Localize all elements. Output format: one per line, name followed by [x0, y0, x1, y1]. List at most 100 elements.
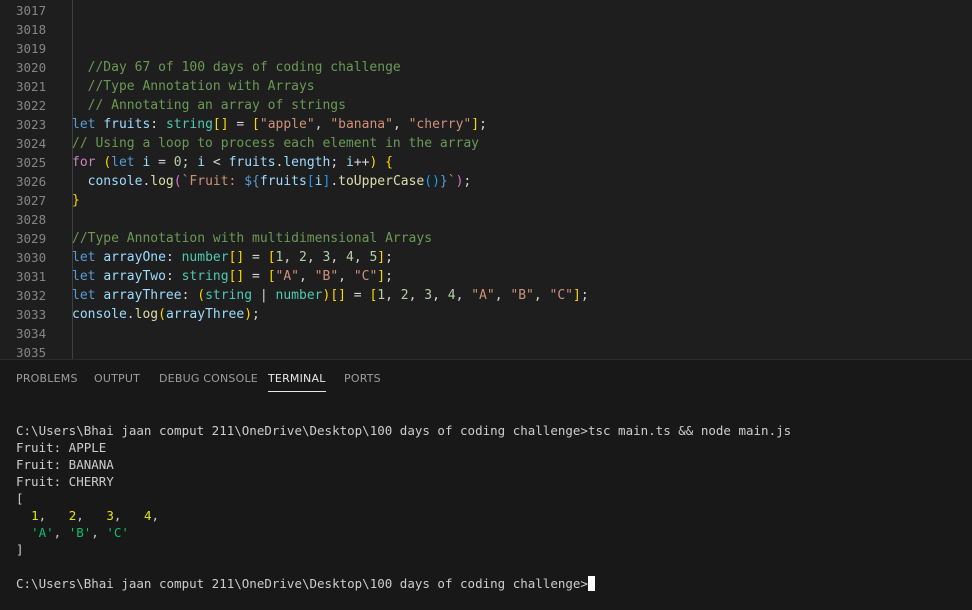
code-token: arrayTwo	[103, 269, 166, 284]
code-line[interactable]: 3026 console.log(`Fruit: ${fruits[i].toU…	[0, 172, 972, 191]
code-token: ]	[377, 269, 386, 284]
code-token: //Day 67 of 100 days of coding challenge	[72, 60, 401, 75]
code-text: let fruits: string[] = ["apple", "banana…	[72, 115, 487, 134]
code-token: <	[205, 155, 229, 170]
line-number: 3031	[16, 269, 47, 284]
code-line[interactable]: 3030 let arrayOne: number[] = [1, 2, 3, 4…	[0, 248, 972, 267]
tab-ports[interactable]: PORTS	[344, 372, 381, 391]
code-token: =	[244, 269, 268, 284]
line-number: 3021	[16, 79, 47, 94]
line-number: 3025	[16, 155, 47, 170]
code-token: ;	[181, 155, 198, 170]
tab-output[interactable]: OUTPUT	[94, 372, 140, 391]
line-number: 3035	[16, 345, 47, 359]
code-token: number	[275, 288, 323, 303]
code-token: 2	[400, 288, 409, 303]
code-token: ,	[432, 288, 448, 303]
code-token: fruits	[103, 117, 151, 132]
tab-terminal[interactable]: TERMINAL	[268, 372, 326, 392]
code-token: ,	[385, 288, 401, 303]
code-token: =	[345, 288, 370, 303]
line-number: 3018	[16, 22, 47, 37]
code-text: // Using a loop to process each element …	[72, 134, 479, 153]
code-editor[interactable]: 3017 3018 3019 3020 //Day 67 of 100 days of…	[0, 0, 972, 359]
code-line[interactable]: 3025 for (let i = 0; i < fruits.length; i…	[0, 153, 972, 172]
line-number: 3033	[16, 307, 47, 322]
terminal-output[interactable]: C:\Users\Bhai jaan comput 211\OneDrive\D…	[16, 422, 791, 592]
code-token: :	[150, 117, 166, 132]
code-token: 2	[299, 250, 307, 265]
code-token: "B"	[510, 288, 534, 303]
line-number: 3026	[16, 174, 47, 189]
code-token: //Type Annotation with Arrays	[72, 79, 315, 94]
code-token: []	[228, 269, 245, 284]
code-token: ;	[385, 269, 393, 284]
code-line[interactable]: 3031 let arrayTwo: string[] = ["A", "B", …	[0, 267, 972, 286]
code-token: ;	[580, 288, 589, 303]
code-token: :	[165, 250, 182, 265]
terminal-text: C:\Users\Bhai jaan comput 211\OneDrive\D…	[16, 576, 588, 591]
code-token: number	[181, 250, 229, 265]
code-token: [	[267, 269, 276, 284]
code-token: i	[197, 155, 206, 170]
code-line[interactable]: 3029 //Type Annotation with multidimensio…	[0, 229, 972, 248]
code-line[interactable]: 3021 //Type Annotation with Arrays	[0, 77, 972, 96]
code-line[interactable]: 3028	[0, 210, 972, 229]
code-token: ]	[377, 250, 386, 265]
code-token: // Using a loop to process each element …	[72, 136, 479, 151]
code-line[interactable]: 3018	[0, 20, 972, 39]
code-token: ]	[471, 117, 480, 132]
code-token: ;	[385, 250, 393, 265]
code-token: for	[72, 155, 104, 170]
tab-debug-console[interactable]: DEBUG CONSOLE	[159, 372, 258, 391]
code-token: ,	[533, 288, 550, 303]
tab-problems[interactable]: PROBLEMS	[16, 372, 78, 391]
code-token: ()	[424, 174, 440, 189]
code-token: let	[72, 269, 104, 284]
code-token: string	[205, 288, 253, 303]
code-token: `	[447, 174, 456, 189]
code-token: ;	[252, 307, 260, 322]
code-token: [	[252, 117, 260, 132]
code-token: ,	[283, 250, 300, 265]
terminal-text: 'A'	[31, 525, 54, 540]
terminal-text: C:\Users\Bhai jaan comput 211\OneDrive\D…	[16, 423, 792, 438]
code-line[interactable]: 3022 // Annotating an array of strings	[0, 96, 972, 115]
code-line[interactable]: 3027}	[0, 191, 972, 210]
code-token: :	[165, 269, 182, 284]
line-number: 3028	[16, 212, 47, 227]
code-token: arrayOne	[103, 250, 166, 265]
code-token: ,	[408, 288, 425, 303]
line-number: 3017	[16, 3, 47, 18]
code-token: }	[439, 174, 448, 189]
code-text: console.log(arrayThree);	[72, 305, 260, 324]
line-number: 3027	[16, 193, 47, 208]
code-line[interactable]: 3019	[0, 39, 972, 58]
code-token: 1	[377, 288, 386, 303]
code-line[interactable]: 3017	[0, 1, 972, 20]
code-token: string	[165, 117, 213, 132]
code-line[interactable]: 3020 //Day 67 of 100 days of coding chal…	[0, 58, 972, 77]
terminal-text: 3	[106, 508, 114, 523]
code-token: i	[345, 155, 354, 170]
code-line[interactable]: 3035	[0, 343, 972, 359]
code-token: []	[228, 250, 245, 265]
code-line[interactable]: 3034	[0, 324, 972, 343]
code-line[interactable]: 3033 console.log(arrayThree);	[0, 305, 972, 324]
code-token: ,	[299, 269, 315, 284]
terminal-text: Fruit: APPLE	[16, 440, 107, 455]
code-token: fruits	[259, 174, 307, 189]
code-text: //Type Annotation with Arrays	[72, 77, 315, 96]
code-token: //Type Annotation with multidimensional …	[72, 231, 433, 246]
code-token: .	[330, 174, 339, 189]
code-token: arrayThree	[165, 307, 245, 322]
terminal-text: 4	[143, 508, 152, 523]
code-line[interactable]: 3032 let arrayThree: (string | number)[] …	[0, 286, 972, 305]
code-line[interactable]: 3024 // Using a loop to process each elem…	[0, 134, 972, 153]
code-token: 3	[424, 288, 433, 303]
code-token: 4	[345, 250, 354, 265]
code-line[interactable]: 3023 let fruits: string[] = ["apple", "ba…	[0, 115, 972, 134]
terminal-cursor[interactable]	[587, 576, 595, 591]
terminal-line: 1, 2, 3, 4,	[16, 507, 791, 524]
